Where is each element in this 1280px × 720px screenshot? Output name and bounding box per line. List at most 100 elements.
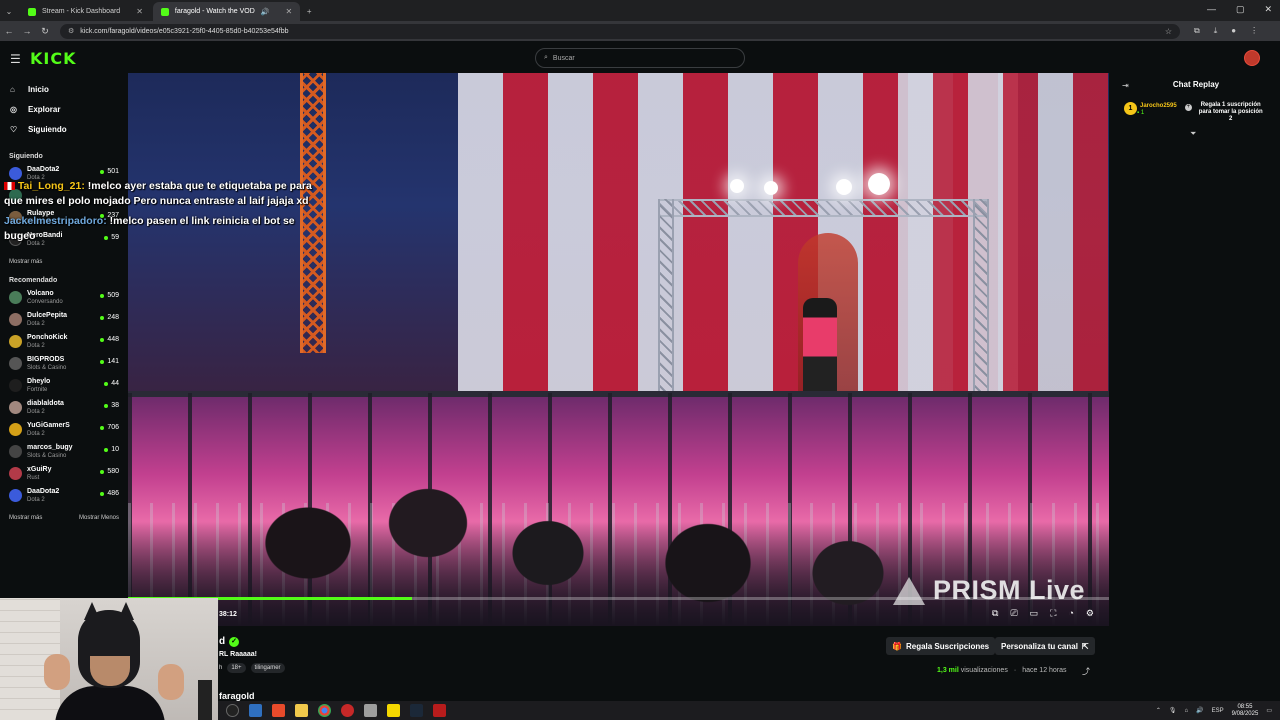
recommended-channel[interactable]: DulcePepita Dota 2 248 [0, 311, 127, 333]
menu-icon[interactable]: ⋮ [1250, 26, 1258, 36]
recommended-channel[interactable]: DaaDota2 Dota 2 486 [0, 487, 127, 509]
tray-chevron-icon[interactable]: ⌃ [1156, 707, 1161, 714]
minimize-icon[interactable]: — [1207, 4, 1216, 15]
back-icon[interactable]: ← [0, 26, 18, 36]
keyboard-language[interactable]: ESP [1212, 708, 1224, 714]
tag[interactable]: 18+ [227, 663, 246, 673]
recommended-channel[interactable]: Dheylo Fortnite 44 [0, 377, 127, 399]
streamer-name[interactable]: d [219, 636, 225, 647]
notifications-icon[interactable]: ▭ [1266, 707, 1272, 714]
forward-icon[interactable]: → [18, 26, 36, 36]
volume-icon[interactable]: 🔊 [1196, 707, 1203, 714]
share-icon[interactable]: ⤴ [1082, 666, 1090, 677]
maximize-icon[interactable]: ▢ [1236, 4, 1245, 15]
close-tab-icon[interactable]: ✕ [286, 7, 293, 16]
hamburger-menu-icon[interactable]: ☰ [10, 52, 21, 66]
show-more-following[interactable]: Mostrar más [0, 255, 127, 269]
show-more-button[interactable]: Mostrar más [9, 511, 42, 525]
pip-icon[interactable]: ⧉ [992, 608, 998, 619]
button-label: Personaliza tu canal [1001, 641, 1078, 651]
settings-gear-icon[interactable]: ⚙ [1086, 608, 1094, 619]
stage-light [764, 181, 778, 195]
bookmark-star-icon[interactable]: ☆ [1165, 27, 1172, 36]
channel-name: Volcano [27, 290, 54, 297]
recommended-channel[interactable]: YuGiGamerS Dota 2 706 [0, 421, 127, 443]
taskbar-chrome-icon[interactable] [318, 704, 331, 717]
window-controls: — ▢ ✕ [1207, 4, 1272, 15]
taskbar-steam-icon[interactable] [410, 704, 423, 717]
gift-subscriptions-button[interactable]: 🎁 Regala Suscripciones [886, 637, 996, 655]
recommended-channel[interactable]: BIGPRODS Slots & Casino 141 [0, 355, 127, 377]
mic-icon[interactable]: 🎙 [1169, 707, 1177, 714]
fullscreen-icon[interactable]: ⛶ [1050, 608, 1056, 619]
kick-logo[interactable]: KICK [30, 49, 77, 68]
clock[interactable]: 08:55 9/08/2025 [1232, 704, 1259, 718]
chat-filter-icon[interactable]: ⏷ [1190, 129, 1196, 139]
taskbar-notes-icon[interactable] [387, 704, 400, 717]
network-icon[interactable]: ⌂ [1185, 708, 1189, 714]
reload-icon[interactable]: ↻ [36, 26, 54, 37]
nav-siguiendo[interactable]: ♡ Siguiendo [0, 119, 127, 139]
live-dot-icon [100, 359, 105, 364]
taskbar-folder-icon[interactable] [295, 704, 308, 717]
tab-title: Stream - Kick Dashboard [42, 8, 121, 15]
tab-kick-dashboard[interactable]: Stream - Kick Dashboard ✕ [20, 2, 151, 21]
taskbar-start-icon[interactable] [226, 704, 239, 717]
live-dot-icon [100, 169, 105, 174]
close-window-icon[interactable]: ✕ [1264, 4, 1272, 15]
tag[interactable]: tilingamer [250, 663, 285, 673]
tab-faragold-vod[interactable]: faragold - Watch the VOD 🔊 ✕ [152, 2, 301, 21]
url-field[interactable]: ⚙ kick.com/faragold/videos/e05c3921-25f0… [60, 23, 1180, 39]
taskbar-app-icon[interactable] [433, 704, 446, 717]
clip-icon[interactable]: ⎚ [1010, 608, 1017, 619]
theater-mode-icon[interactable]: ▭ [1030, 608, 1039, 619]
nav-explorar[interactable]: ◎ Explorar [0, 99, 127, 119]
channel-avatar [9, 489, 22, 502]
nav-inicio[interactable]: ⌂ Inicio [0, 79, 127, 99]
profile-icon[interactable]: ● [1231, 26, 1236, 36]
new-tab-button[interactable]: + [300, 2, 318, 21]
viewer-count: 10 [111, 446, 119, 453]
tab-search-icon[interactable]: ⌄ [0, 2, 18, 21]
user-avatar[interactable] [1244, 50, 1260, 66]
recommended-list: Volcano Conversando 509 DulcePepita Dota 2 24… [0, 289, 127, 509]
extensions-icon[interactable]: ⧉ [1194, 26, 1200, 36]
channel-name: PonchoKick [27, 334, 68, 341]
recommended-channel[interactable]: marcos_bugy Slots & Casino 10 [0, 443, 127, 465]
prism-logo-icon [892, 576, 925, 605]
channel-avatar [9, 423, 22, 436]
playback-speed-icon[interactable]: ◔ [1068, 608, 1073, 619]
video-time: 38:12 [219, 611, 237, 618]
chat-overlay-message: Tai_Long_21: !melco ayer estaba que te e… [4, 179, 312, 209]
chat-replay-panel: ⇥ Chat Replay 1 Jarocho2595 ▪ 1 + Regala… [1112, 73, 1280, 693]
viewer-count: 501 [107, 168, 119, 175]
taskbar-app-icon[interactable] [249, 704, 262, 717]
download-icon[interactable]: ⤓ [1214, 26, 1218, 36]
taskbar-shield-icon[interactable] [364, 704, 377, 717]
site-info-icon[interactable]: ⚙ [68, 27, 74, 35]
channel-avatar [9, 335, 22, 348]
recommended-channel[interactable]: xGuiRy Rust 580 [0, 465, 127, 487]
search-input[interactable]: ⌕ Buscar [535, 48, 745, 68]
recommended-channel[interactable]: Volcano Conversando 509 [0, 289, 127, 311]
show-less-button[interactable]: Mostrar Menos [79, 511, 119, 525]
stage-light [836, 179, 852, 195]
audio-icon[interactable]: 🔊 [261, 8, 270, 16]
live-dot-icon [100, 491, 105, 496]
separator: · [1013, 667, 1017, 674]
tag[interactable]: h [219, 663, 222, 673]
recommended-channel[interactable]: diablaldota Dota 2 38 [0, 399, 127, 421]
video-progress-bar[interactable] [128, 597, 1109, 600]
gift-leaderboard-entry[interactable]: 1 Jarocho2595 ▪ 1 + Regala 1 suscripción… [1124, 102, 1272, 126]
recommended-channel[interactable]: PonchoKick Dota 2 448 [0, 333, 127, 355]
video-player[interactable]: PRISM Live [128, 73, 1109, 626]
channel-name: xGuiRy [27, 466, 52, 473]
taskbar-brave-icon[interactable] [272, 704, 285, 717]
chat-replay-title: Chat Replay [1172, 80, 1220, 89]
about-streamer-heading: faragold [219, 691, 255, 701]
live-dot-icon [104, 381, 109, 386]
live-dot-icon [104, 447, 109, 452]
close-tab-icon[interactable]: ✕ [136, 7, 143, 16]
customize-channel-button[interactable]: Personaliza tu canal ⇱ [995, 637, 1095, 655]
taskbar-app-icon[interactable] [341, 704, 354, 717]
